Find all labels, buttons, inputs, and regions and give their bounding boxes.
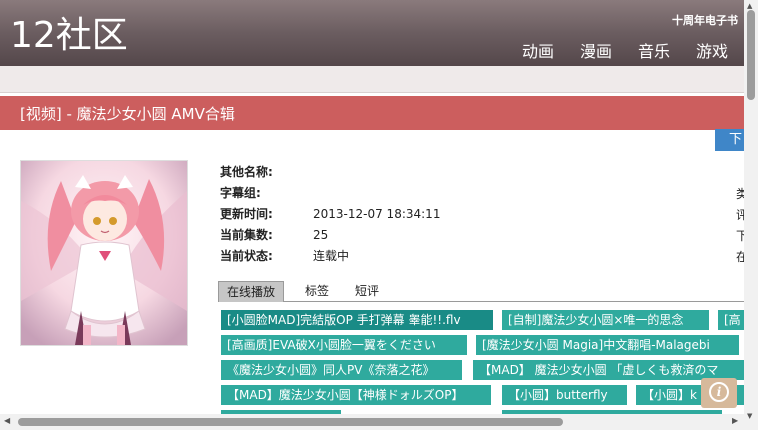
- episode-link[interactable]: 【MAD】 魔法少女小圆 「虚しくも救済のマ: [473, 360, 744, 380]
- horizontal-scrollbar[interactable]: ◀ ▶: [0, 414, 744, 430]
- episode-link[interactable]: [高: [718, 310, 744, 330]
- info-label: 其他名称:: [220, 165, 273, 179]
- cover-image: [20, 160, 188, 346]
- info-value: 25: [313, 228, 329, 242]
- info-label: 更新时间:: [220, 207, 273, 221]
- nav-item-games[interactable]: 游戏: [696, 38, 728, 62]
- episode-link[interactable]: [小圆脸MAD]完結版OP 手打弹幕 睾能!!.flv: [221, 310, 493, 330]
- scroll-down-icon[interactable]: ▼: [747, 412, 752, 420]
- madoka-illustration: [21, 161, 187, 345]
- info-value: 2013-12-07 18:34:11: [313, 207, 441, 221]
- info-label: 字幕组:: [220, 186, 261, 200]
- download-button[interactable]: 下: [715, 129, 745, 151]
- anime-info: 其他名称: 字幕组: 更新时间: 2013-12-07 18:34:11 当前集…: [220, 162, 740, 267]
- page-title: [视频] - 魔法少女小圆 AMV合辑: [20, 105, 235, 123]
- nav-item-manga[interactable]: 漫画: [580, 38, 612, 62]
- main-nav: 动画 漫画 音乐 游戏: [522, 38, 728, 62]
- episode-link[interactable]: [自制]魔法少女小圆×唯一的思念: [502, 310, 709, 330]
- nav-item-music[interactable]: 音乐: [638, 38, 670, 62]
- vertical-scrollbar[interactable]: ▲ ▼: [744, 0, 758, 430]
- tab-tags[interactable]: 标签: [305, 281, 329, 301]
- site-header: 12社区 十周年电子书 动画 漫画 音乐 游戏: [0, 0, 744, 66]
- scroll-left-icon[interactable]: ◀: [4, 416, 10, 425]
- scroll-up-icon[interactable]: ▲: [747, 2, 752, 10]
- info-row-episodes: 当前集数: 25: [220, 225, 740, 246]
- anniversary-ebook-link[interactable]: 十周年电子书: [672, 12, 738, 28]
- episode-link[interactable]: 【小圆】butterfly: [502, 385, 627, 405]
- info-row-alias: 其他名称:: [220, 162, 740, 183]
- episode-link[interactable]: 【MAD】魔法少女小圆【神様ドォルズOP】: [221, 385, 491, 405]
- site-logo[interactable]: 12社区: [10, 14, 128, 58]
- episode-list: [小圆脸MAD]完結版OP 手打弹幕 睾能!!.flv [自制]魔法少女小圆×唯…: [221, 309, 744, 429]
- info-row-status: 当前状态: 连载中: [220, 246, 740, 267]
- nav-item-anime[interactable]: 动画: [522, 38, 554, 62]
- episode-link[interactable]: [高画质]EVA破X小圆脸一翼をください: [221, 335, 467, 355]
- page-title-bar: [视频] - 魔法少女小圆 AMV合辑: [0, 96, 744, 130]
- info-label: 当前集数:: [220, 228, 273, 242]
- info-row-updated: 更新时间: 2013-12-07 18:34:11: [220, 204, 740, 225]
- scroll-right-icon[interactable]: ▶: [732, 416, 738, 425]
- info-row-subgroup: 字幕组:: [220, 183, 740, 204]
- episode-link[interactable]: [魔法少女小圆 Magia]中文翻唱-Malagebi: [476, 335, 739, 355]
- vertical-scroll-thumb[interactable]: [747, 10, 755, 100]
- horizontal-scroll-thumb[interactable]: [18, 418, 563, 426]
- tab-short-reviews[interactable]: 短评: [355, 281, 379, 301]
- sub-nav-strip: [0, 66, 744, 93]
- info-label: 当前状态:: [220, 249, 273, 263]
- info-value: 连载中: [313, 249, 350, 263]
- content-tabs: 在线播放 标签 短评: [218, 281, 744, 302]
- info-button[interactable]: i: [701, 378, 737, 408]
- episode-link[interactable]: 《魔法少女小圆》同人PV《奈落之花》: [221, 360, 462, 380]
- tab-online-play[interactable]: 在线播放: [218, 281, 285, 302]
- info-icon: i: [709, 382, 729, 402]
